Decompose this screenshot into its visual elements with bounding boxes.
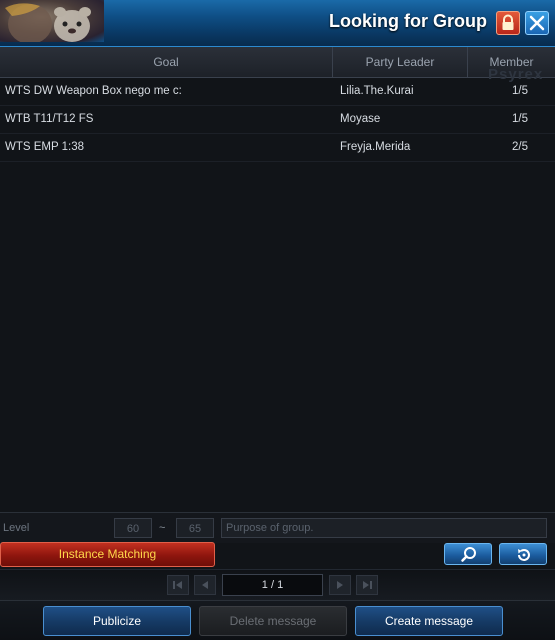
- lock-button[interactable]: [496, 11, 520, 35]
- group-list: WTS DW Weapon Box nego me c: Lilia.The.K…: [0, 78, 555, 162]
- character-portrait: [0, 0, 104, 42]
- level-max-input[interactable]: 65: [176, 518, 214, 538]
- pager-bar: 1 / 1: [0, 569, 555, 600]
- table-row[interactable]: WTS DW Weapon Box nego me c: Lilia.The.K…: [0, 78, 555, 106]
- lfg-window: Looking for Group Goal Party Leader Memb…: [0, 0, 555, 640]
- column-header-party-leader[interactable]: Party Leader: [333, 47, 468, 77]
- delete-message-button[interactable]: Delete message: [199, 606, 347, 636]
- table-header: Goal Party Leader Member: [0, 47, 555, 78]
- table-row[interactable]: WTB T11/T12 FS Moyase 1/5: [0, 106, 555, 134]
- window-header: Looking for Group: [0, 0, 555, 47]
- publicize-button[interactable]: Publicize: [43, 606, 191, 636]
- table-row[interactable]: WTS EMP 1:38 Freyja.Merida 2/5: [0, 134, 555, 162]
- row-party-leader: Moyase: [340, 113, 381, 125]
- page-indicator: 1 / 1: [222, 574, 323, 596]
- first-page-button[interactable]: [167, 575, 189, 595]
- bottom-bar: Publicize Delete message Create message: [0, 600, 555, 640]
- window-title: Looking for Group: [329, 11, 487, 31]
- level-range-separator: ~: [159, 522, 166, 534]
- close-button[interactable]: [525, 11, 549, 35]
- row-goal: WTS EMP 1:38: [5, 141, 85, 153]
- row-member-count: 1/5: [512, 85, 528, 97]
- level-label: Level: [3, 522, 30, 534]
- row-party-leader: Freyja.Merida: [340, 141, 411, 153]
- level-min-input[interactable]: 60: [114, 518, 152, 538]
- chevron-left-icon: [202, 581, 208, 589]
- next-page-button[interactable]: [329, 575, 351, 595]
- purpose-input[interactable]: Purpose of group.: [221, 518, 547, 538]
- close-icon: [529, 15, 545, 31]
- refresh-icon: [518, 549, 530, 561]
- row-goal: WTB T11/T12 FS: [5, 113, 94, 125]
- lock-icon: [502, 14, 514, 30]
- last-page-icon: [363, 581, 372, 589]
- instance-matching-button[interactable]: Instance Matching: [0, 542, 215, 567]
- search-button[interactable]: [444, 543, 492, 565]
- refresh-button[interactable]: [499, 543, 547, 565]
- chevron-right-icon: [337, 581, 343, 589]
- first-page-icon: [173, 581, 182, 589]
- row-party-leader: Lilia.The.Kurai: [340, 85, 414, 97]
- row-member-count: 2/5: [512, 141, 528, 153]
- previous-page-button[interactable]: [194, 575, 216, 595]
- row-goal: WTS DW Weapon Box nego me c:: [5, 85, 182, 97]
- search-icon: [461, 547, 476, 562]
- column-header-goal[interactable]: Goal: [0, 47, 333, 77]
- row-member-count: 1/5: [512, 113, 528, 125]
- create-message-button[interactable]: Create message: [355, 606, 503, 636]
- filter-bar: Level 60 ~ 65 Purpose of group.: [0, 512, 555, 543]
- last-page-button[interactable]: [356, 575, 378, 595]
